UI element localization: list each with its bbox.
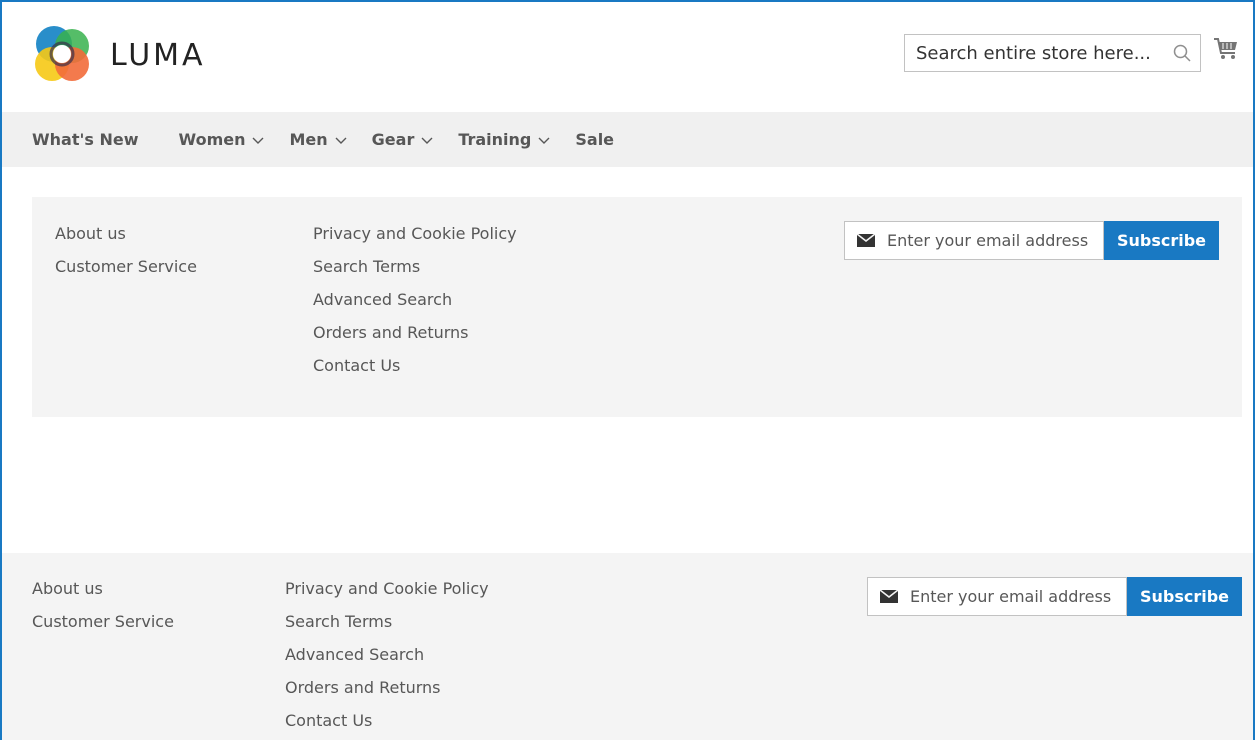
chevron-down-icon (538, 130, 550, 149)
logo[interactable]: LUMA (32, 24, 206, 84)
newsletter-form: Subscribe (867, 577, 1242, 616)
nav-item-sale[interactable]: Sale (575, 130, 614, 149)
footer-link-advanced-search[interactable]: Advanced Search (285, 644, 489, 677)
footer-link-search-terms[interactable]: Search Terms (313, 256, 517, 289)
nav-item-label: Gear (371, 130, 415, 149)
footer-link-contact-us[interactable]: Contact Us (285, 710, 489, 740)
chevron-down-icon (335, 130, 347, 149)
main-navigation: What's New Women Men Gear Training Sale (2, 112, 1253, 167)
nav-item-label: Women (178, 130, 246, 149)
brand-name: LUMA (110, 37, 206, 73)
footer-links-col1: About us Customer Service (55, 223, 197, 289)
envelope-icon (845, 234, 885, 247)
nav-item-gear[interactable]: Gear (372, 130, 434, 149)
footer-link-search-terms[interactable]: Search Terms (285, 611, 489, 644)
search-input[interactable] (905, 35, 1164, 71)
footer-link-privacy[interactable]: Privacy and Cookie Policy (313, 223, 517, 256)
subscribe-button[interactable]: Subscribe (1127, 577, 1242, 616)
nav-item-women[interactable]: Women (179, 130, 265, 149)
page-header: LUMA (2, 2, 1253, 112)
footer-panel: About us Customer Service Privacy and Co… (2, 553, 1253, 740)
footer-link-customer-service[interactable]: Customer Service (32, 611, 174, 644)
nav-item-label: Sale (575, 130, 615, 149)
envelope-icon (868, 590, 908, 603)
footer-link-orders-returns[interactable]: Orders and Returns (313, 322, 517, 355)
newsletter-email-input[interactable] (908, 578, 1126, 615)
cart-icon[interactable] (1213, 36, 1239, 67)
nav-item-label: Men (289, 130, 328, 149)
nav-item-men[interactable]: Men (289, 130, 347, 149)
nav-item-whats-new[interactable]: What's New (32, 130, 139, 149)
footer-link-advanced-search[interactable]: Advanced Search (313, 289, 517, 322)
footer-links-col1: About us Customer Service (32, 578, 174, 644)
footer-panel: About us Customer Service Privacy and Co… (32, 197, 1242, 417)
subscribe-button[interactable]: Subscribe (1104, 221, 1219, 260)
nav-item-label: Training (458, 130, 532, 149)
newsletter-form: Subscribe (844, 221, 1219, 260)
chevron-down-icon (252, 130, 264, 149)
nav-item-label: What's New (32, 130, 139, 149)
newsletter-field (867, 577, 1127, 616)
footer-link-orders-returns[interactable]: Orders and Returns (285, 677, 489, 710)
footer-link-contact-us[interactable]: Contact Us (313, 355, 517, 388)
search-icon[interactable] (1164, 35, 1200, 71)
footer-link-about-us[interactable]: About us (32, 578, 174, 611)
search-box (904, 34, 1201, 72)
footer-links-col2: Privacy and Cookie Policy Search Terms A… (313, 223, 517, 388)
footer-link-customer-service[interactable]: Customer Service (55, 256, 197, 289)
chevron-down-icon (421, 130, 433, 149)
footer-link-privacy[interactable]: Privacy and Cookie Policy (285, 578, 489, 611)
newsletter-email-input[interactable] (885, 222, 1103, 259)
footer-link-about-us[interactable]: About us (55, 223, 197, 256)
footer-links-col2: Privacy and Cookie Policy Search Terms A… (285, 578, 489, 740)
newsletter-field (844, 221, 1104, 260)
luma-logo-icon (35, 26, 89, 81)
nav-item-training[interactable]: Training (458, 130, 550, 149)
